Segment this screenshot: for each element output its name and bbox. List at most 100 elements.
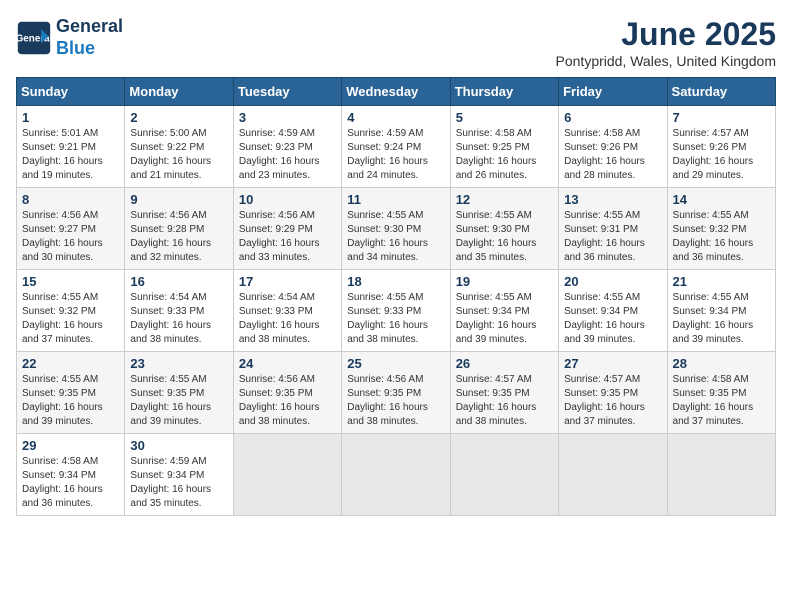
day-number: 26	[456, 356, 553, 371]
day-number: 16	[130, 274, 227, 289]
day-header-tuesday: Tuesday	[233, 78, 341, 106]
cell-content: Sunrise: 4:55 AMSunset: 9:32 PMDaylight:…	[673, 210, 754, 263]
calendar-cell: 22 Sunrise: 4:55 AMSunset: 9:35 PMDaylig…	[17, 352, 125, 434]
calendar-cell	[450, 434, 558, 516]
calendar-cell: 13 Sunrise: 4:55 AMSunset: 9:31 PMDaylig…	[559, 188, 667, 270]
day-number: 24	[239, 356, 336, 371]
cell-content: Sunrise: 4:58 AMSunset: 9:25 PMDaylight:…	[456, 128, 537, 181]
calendar-cell: 27 Sunrise: 4:57 AMSunset: 9:35 PMDaylig…	[559, 352, 667, 434]
logo-text-line2: Blue	[56, 38, 123, 60]
cell-content: Sunrise: 4:55 AMSunset: 9:34 PMDaylight:…	[564, 292, 645, 345]
cell-content: Sunrise: 4:59 AMSunset: 9:23 PMDaylight:…	[239, 128, 320, 181]
cell-content: Sunrise: 4:57 AMSunset: 9:35 PMDaylight:…	[564, 374, 645, 427]
day-number: 21	[673, 274, 770, 289]
calendar-cell	[342, 434, 450, 516]
cell-content: Sunrise: 4:55 AMSunset: 9:33 PMDaylight:…	[347, 292, 428, 345]
calendar-cell: 12 Sunrise: 4:55 AMSunset: 9:30 PMDaylig…	[450, 188, 558, 270]
title-area: June 2025 Pontypridd, Wales, United King…	[556, 16, 776, 69]
cell-content: Sunrise: 4:54 AMSunset: 9:33 PMDaylight:…	[130, 292, 211, 345]
day-number: 17	[239, 274, 336, 289]
cell-content: Sunrise: 5:01 AMSunset: 9:21 PMDaylight:…	[22, 128, 103, 181]
day-number: 14	[673, 192, 770, 207]
day-number: 6	[564, 110, 661, 125]
calendar-cell: 28 Sunrise: 4:58 AMSunset: 9:35 PMDaylig…	[667, 352, 775, 434]
calendar-cell: 23 Sunrise: 4:55 AMSunset: 9:35 PMDaylig…	[125, 352, 233, 434]
calendar-cell: 4 Sunrise: 4:59 AMSunset: 9:24 PMDayligh…	[342, 106, 450, 188]
day-number: 10	[239, 192, 336, 207]
calendar-cell: 25 Sunrise: 4:56 AMSunset: 9:35 PMDaylig…	[342, 352, 450, 434]
day-number: 12	[456, 192, 553, 207]
day-number: 23	[130, 356, 227, 371]
calendar-cell: 19 Sunrise: 4:55 AMSunset: 9:34 PMDaylig…	[450, 270, 558, 352]
calendar-cell: 6 Sunrise: 4:58 AMSunset: 9:26 PMDayligh…	[559, 106, 667, 188]
cell-content: Sunrise: 4:59 AMSunset: 9:24 PMDaylight:…	[347, 128, 428, 181]
day-number: 18	[347, 274, 444, 289]
calendar-cell	[233, 434, 341, 516]
day-number: 1	[22, 110, 119, 125]
cell-content: Sunrise: 4:55 AMSunset: 9:35 PMDaylight:…	[22, 374, 103, 427]
calendar-cell: 2 Sunrise: 5:00 AMSunset: 9:22 PMDayligh…	[125, 106, 233, 188]
day-number: 28	[673, 356, 770, 371]
calendar-cell: 17 Sunrise: 4:54 AMSunset: 9:33 PMDaylig…	[233, 270, 341, 352]
calendar-cell: 26 Sunrise: 4:57 AMSunset: 9:35 PMDaylig…	[450, 352, 558, 434]
cell-content: Sunrise: 4:57 AMSunset: 9:35 PMDaylight:…	[456, 374, 537, 427]
day-number: 22	[22, 356, 119, 371]
day-header-thursday: Thursday	[450, 78, 558, 106]
cell-content: Sunrise: 4:57 AMSunset: 9:26 PMDaylight:…	[673, 128, 754, 181]
calendar-week-1: 1 Sunrise: 5:01 AMSunset: 9:21 PMDayligh…	[17, 106, 776, 188]
day-number: 8	[22, 192, 119, 207]
calendar-cell: 3 Sunrise: 4:59 AMSunset: 9:23 PMDayligh…	[233, 106, 341, 188]
calendar-week-2: 8 Sunrise: 4:56 AMSunset: 9:27 PMDayligh…	[17, 188, 776, 270]
day-number: 7	[673, 110, 770, 125]
cell-content: Sunrise: 4:55 AMSunset: 9:30 PMDaylight:…	[347, 210, 428, 263]
calendar-cell: 7 Sunrise: 4:57 AMSunset: 9:26 PMDayligh…	[667, 106, 775, 188]
cell-content: Sunrise: 4:55 AMSunset: 9:32 PMDaylight:…	[22, 292, 103, 345]
cell-content: Sunrise: 4:58 AMSunset: 9:26 PMDaylight:…	[564, 128, 645, 181]
day-header-sunday: Sunday	[17, 78, 125, 106]
calendar-cell: 1 Sunrise: 5:01 AMSunset: 9:21 PMDayligh…	[17, 106, 125, 188]
calendar-body: 1 Sunrise: 5:01 AMSunset: 9:21 PMDayligh…	[17, 106, 776, 516]
cell-content: Sunrise: 4:55 AMSunset: 9:30 PMDaylight:…	[456, 210, 537, 263]
cell-content: Sunrise: 4:55 AMSunset: 9:34 PMDaylight:…	[456, 292, 537, 345]
day-header-monday: Monday	[125, 78, 233, 106]
calendar-week-4: 22 Sunrise: 4:55 AMSunset: 9:35 PMDaylig…	[17, 352, 776, 434]
cell-content: Sunrise: 4:58 AMSunset: 9:34 PMDaylight:…	[22, 456, 103, 509]
calendar-cell: 10 Sunrise: 4:56 AMSunset: 9:29 PMDaylig…	[233, 188, 341, 270]
cell-content: Sunrise: 5:00 AMSunset: 9:22 PMDaylight:…	[130, 128, 211, 181]
day-number: 11	[347, 192, 444, 207]
calendar-week-5: 29 Sunrise: 4:58 AMSunset: 9:34 PMDaylig…	[17, 434, 776, 516]
day-number: 27	[564, 356, 661, 371]
calendar-cell: 30 Sunrise: 4:59 AMSunset: 9:34 PMDaylig…	[125, 434, 233, 516]
logo: General General Blue	[16, 16, 123, 59]
calendar-table: SundayMondayTuesdayWednesdayThursdayFrid…	[16, 77, 776, 516]
day-number: 29	[22, 438, 119, 453]
cell-content: Sunrise: 4:55 AMSunset: 9:35 PMDaylight:…	[130, 374, 211, 427]
calendar-cell	[559, 434, 667, 516]
logo-icon: General	[16, 20, 52, 56]
calendar-cell: 16 Sunrise: 4:54 AMSunset: 9:33 PMDaylig…	[125, 270, 233, 352]
cell-content: Sunrise: 4:56 AMSunset: 9:29 PMDaylight:…	[239, 210, 320, 263]
cell-content: Sunrise: 4:56 AMSunset: 9:28 PMDaylight:…	[130, 210, 211, 263]
calendar-cell: 24 Sunrise: 4:56 AMSunset: 9:35 PMDaylig…	[233, 352, 341, 434]
month-title: June 2025	[556, 16, 776, 53]
cell-content: Sunrise: 4:55 AMSunset: 9:31 PMDaylight:…	[564, 210, 645, 263]
day-number: 19	[456, 274, 553, 289]
page-header: General General Blue June 2025 Pontyprid…	[16, 16, 776, 69]
calendar-header-row: SundayMondayTuesdayWednesdayThursdayFrid…	[17, 78, 776, 106]
cell-content: Sunrise: 4:55 AMSunset: 9:34 PMDaylight:…	[673, 292, 754, 345]
day-number: 2	[130, 110, 227, 125]
calendar-cell: 5 Sunrise: 4:58 AMSunset: 9:25 PMDayligh…	[450, 106, 558, 188]
day-number: 15	[22, 274, 119, 289]
logo-text-line1: General	[56, 16, 123, 38]
calendar-cell: 9 Sunrise: 4:56 AMSunset: 9:28 PMDayligh…	[125, 188, 233, 270]
calendar-cell: 11 Sunrise: 4:55 AMSunset: 9:30 PMDaylig…	[342, 188, 450, 270]
day-number: 4	[347, 110, 444, 125]
day-header-saturday: Saturday	[667, 78, 775, 106]
cell-content: Sunrise: 4:54 AMSunset: 9:33 PMDaylight:…	[239, 292, 320, 345]
day-number: 30	[130, 438, 227, 453]
cell-content: Sunrise: 4:59 AMSunset: 9:34 PMDaylight:…	[130, 456, 211, 509]
calendar-cell: 18 Sunrise: 4:55 AMSunset: 9:33 PMDaylig…	[342, 270, 450, 352]
calendar-cell: 8 Sunrise: 4:56 AMSunset: 9:27 PMDayligh…	[17, 188, 125, 270]
calendar-cell: 21 Sunrise: 4:55 AMSunset: 9:34 PMDaylig…	[667, 270, 775, 352]
calendar-cell: 29 Sunrise: 4:58 AMSunset: 9:34 PMDaylig…	[17, 434, 125, 516]
